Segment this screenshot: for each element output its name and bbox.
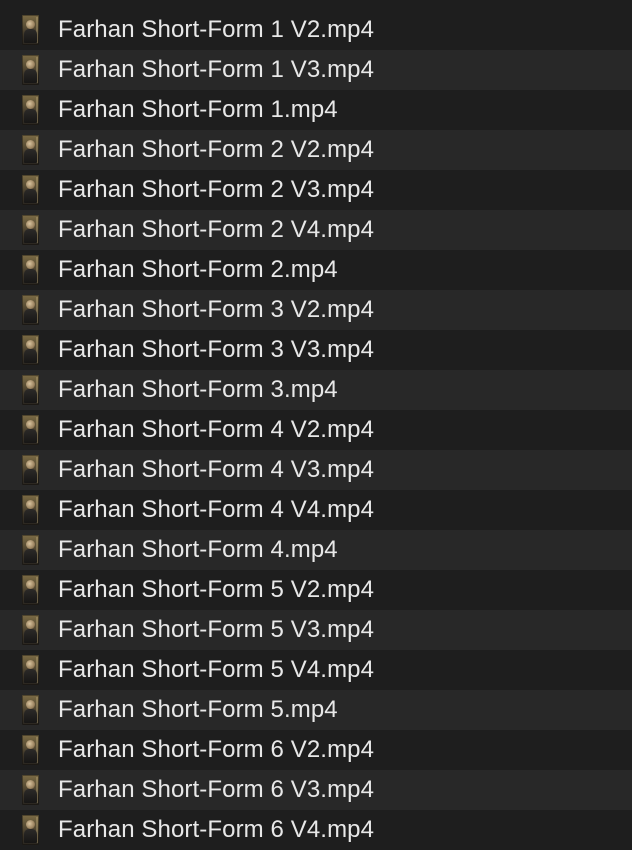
video-thumbnail-icon (22, 175, 39, 205)
file-row[interactable]: Farhan Short-Form 4 V4.mp4 (0, 490, 632, 530)
file-row[interactable]: Farhan Short-Form 2 V3.mp4 (0, 170, 632, 210)
video-thumbnail-icon (22, 535, 39, 565)
file-name: Farhan Short-Form 1 V3.mp4 (58, 56, 375, 83)
file-name: Farhan Short-Form 5 V4.mp4 (58, 656, 375, 683)
file-row[interactable]: Farhan Short-Form 3 V3.mp4 (0, 330, 632, 370)
file-row[interactable]: Farhan Short-Form 5 V3.mp4 (0, 610, 632, 650)
file-name: Farhan Short-Form 4 V2.mp4 (58, 416, 375, 443)
file-row[interactable]: Farhan Short-Form 6 V2.mp4 (0, 730, 632, 770)
file-name: Farhan Short-Form 2 V4.mp4 (58, 216, 375, 243)
file-name: Farhan Short-Form 2 V2.mp4 (58, 136, 375, 163)
file-name: Farhan Short-Form 4 V4.mp4 (58, 496, 375, 523)
video-thumbnail-icon (22, 415, 39, 445)
file-row[interactable]: Farhan Short-Form 1 V3.mp4 (0, 50, 632, 90)
file-list: Farhan Short-Form 1 V2.mp4 Farhan Short-… (0, 0, 632, 850)
file-name: Farhan Short-Form 6 V4.mp4 (58, 816, 375, 843)
file-row[interactable]: Farhan Short-Form 6 V3.mp4 (0, 770, 632, 810)
file-row[interactable]: Farhan Short-Form 4 V2.mp4 (0, 410, 632, 450)
file-name: Farhan Short-Form 2 V3.mp4 (58, 176, 375, 203)
file-name: Farhan Short-Form 5 V2.mp4 (58, 576, 375, 603)
video-thumbnail-icon (22, 735, 39, 765)
file-name: Farhan Short-Form 4.mp4 (58, 536, 338, 563)
video-thumbnail-icon (22, 575, 39, 605)
file-row[interactable]: Farhan Short-Form 1 V2.mp4 (0, 10, 632, 50)
video-thumbnail-icon (22, 255, 39, 285)
file-row[interactable]: Farhan Short-Form 2.mp4 (0, 250, 632, 290)
video-thumbnail-icon (22, 495, 39, 525)
video-thumbnail-icon (22, 55, 39, 85)
video-thumbnail-icon (22, 815, 39, 845)
file-row[interactable]: Farhan Short-Form 3 V2.mp4 (0, 290, 632, 330)
video-thumbnail-icon (22, 775, 39, 805)
file-row[interactable]: Farhan Short-Form 2 V4.mp4 (0, 210, 632, 250)
video-thumbnail-icon (22, 15, 39, 45)
file-row[interactable]: Farhan Short-Form 6 V4.mp4 (0, 810, 632, 850)
video-thumbnail-icon (22, 95, 39, 125)
file-name: Farhan Short-Form 3.mp4 (58, 376, 338, 403)
file-name: Farhan Short-Form 3 V3.mp4 (58, 336, 375, 363)
file-name: Farhan Short-Form 1.mp4 (58, 96, 338, 123)
video-thumbnail-icon (22, 135, 39, 165)
video-thumbnail-icon (22, 695, 39, 725)
file-row[interactable]: Farhan Short-Form 5.mp4 (0, 690, 632, 730)
video-thumbnail-icon (22, 375, 39, 405)
file-row[interactable]: Farhan Short-Form 1.mp4 (0, 90, 632, 130)
video-thumbnail-icon (22, 335, 39, 365)
file-row[interactable]: Farhan Short-Form 4 V3.mp4 (0, 450, 632, 490)
file-name: Farhan Short-Form 3 V2.mp4 (58, 296, 375, 323)
file-name: Farhan Short-Form 5.mp4 (58, 696, 338, 723)
file-row[interactable]: Farhan Short-Form 2 V2.mp4 (0, 130, 632, 170)
file-name: Farhan Short-Form 6 V2.mp4 (58, 736, 375, 763)
file-row[interactable]: Farhan Short-Form 4.mp4 (0, 530, 632, 570)
file-row[interactable]: Farhan Short-Form 5 V2.mp4 (0, 570, 632, 610)
file-name: Farhan Short-Form 5 V3.mp4 (58, 616, 375, 643)
file-name: Farhan Short-Form 4 V3.mp4 (58, 456, 375, 483)
video-thumbnail-icon (22, 455, 39, 485)
file-row[interactable]: Farhan Short-Form 5 V4.mp4 (0, 650, 632, 690)
video-thumbnail-icon (22, 615, 39, 645)
video-thumbnail-icon (22, 295, 39, 325)
video-thumbnail-icon (22, 655, 39, 685)
video-thumbnail-icon (22, 215, 39, 245)
file-name: Farhan Short-Form 6 V3.mp4 (58, 776, 375, 803)
file-name: Farhan Short-Form 1 V2.mp4 (58, 16, 375, 43)
file-row[interactable]: Farhan Short-Form 3.mp4 (0, 370, 632, 410)
file-name: Farhan Short-Form 2.mp4 (58, 256, 338, 283)
